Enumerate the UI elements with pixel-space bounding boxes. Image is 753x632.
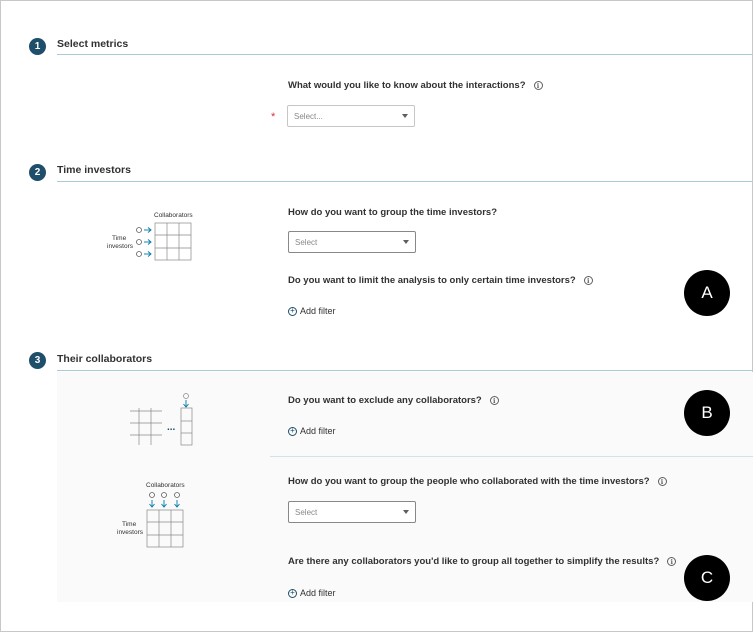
callout-badge-c: C [684, 555, 730, 601]
info-icon[interactable]: i [583, 276, 593, 285]
step-3-number: 3 [29, 352, 46, 369]
group-together-text: Are there any collaborators you'd like t… [288, 556, 660, 567]
step-3-title: Their collaborators [57, 353, 153, 365]
add-filter-label: Add filter [300, 588, 336, 598]
plus-circle-icon: + [288, 306, 297, 316]
metrics-question: What would you like to know about the in… [288, 80, 543, 91]
grid-arrows-icon [136, 222, 192, 261]
group-together-add-filter[interactable]: + Add filter [288, 588, 336, 598]
ellipsis-text: ... [167, 422, 176, 433]
grid-exclude-icon: ... [130, 393, 193, 446]
info-icon[interactable]: i [667, 557, 677, 566]
info-icon[interactable]: i [489, 396, 499, 405]
limit-time-investors-question: Do you want to limit the analysis to onl… [288, 275, 593, 286]
add-filter-label: Add filter [300, 306, 336, 316]
metrics-question-text: What would you like to know about the in… [288, 80, 526, 91]
required-marker: * [271, 111, 276, 123]
step-2-divider [57, 181, 753, 182]
metrics-dropdown[interactable]: Select... [287, 105, 415, 127]
collaborators-inner-divider [270, 456, 753, 457]
chevron-down-icon [402, 114, 408, 118]
step-2-number: 2 [29, 164, 46, 181]
collaborators-group-dropdown[interactable]: Select [288, 501, 416, 523]
time-investors-group-dropdown[interactable]: Select [288, 231, 416, 253]
time-investors-group-dropdown-value: Select [295, 237, 318, 247]
step-3-divider [57, 370, 753, 371]
time-investors-add-filter[interactable]: + Add filter [288, 306, 336, 316]
grid-group-icon [146, 492, 184, 548]
collaborators-group-dropdown-value: Select [295, 507, 318, 517]
step-1-title: Select metrics [57, 38, 129, 50]
chevron-down-icon [403, 240, 409, 244]
exclude-collaborators-add-filter[interactable]: + Add filter [288, 426, 336, 436]
plus-circle-icon: + [288, 588, 297, 598]
time-investors-illustration: Collaborators Time investors [100, 208, 200, 268]
step-1-number: 1 [29, 38, 46, 55]
add-filter-label: Add filter [300, 426, 336, 436]
chevron-down-icon [403, 510, 409, 514]
group-collaborators-text: How do you want to group the people who … [288, 476, 650, 487]
exclude-collaborators-question: Do you want to exclude any collaborators… [288, 395, 499, 406]
step-2-title: Time investors [57, 164, 131, 176]
metrics-dropdown-value: Select... [294, 111, 323, 121]
group-time-investors-text: How do you want to group the time invest… [288, 207, 498, 218]
exclude-collaborators-text: Do you want to exclude any collaborators… [288, 395, 482, 406]
info-icon[interactable]: i [533, 81, 543, 90]
group-together-question: Are there any collaborators you'd like t… [288, 556, 677, 567]
group-collaborators-question: How do you want to group the people who … [288, 476, 667, 487]
group-time-investors-question: How do you want to group the time invest… [288, 207, 497, 218]
callout-badge-b: B [684, 390, 730, 436]
info-icon[interactable]: i [657, 477, 667, 486]
exclude-collaborators-illustration: ... [125, 390, 205, 450]
group-collaborators-illustration: Collaborators Time investors [100, 480, 200, 550]
callout-badge-a: A [684, 270, 730, 316]
step-1-divider [57, 54, 753, 55]
limit-time-investors-text: Do you want to limit the analysis to onl… [288, 275, 576, 286]
plus-circle-icon: + [288, 426, 297, 436]
